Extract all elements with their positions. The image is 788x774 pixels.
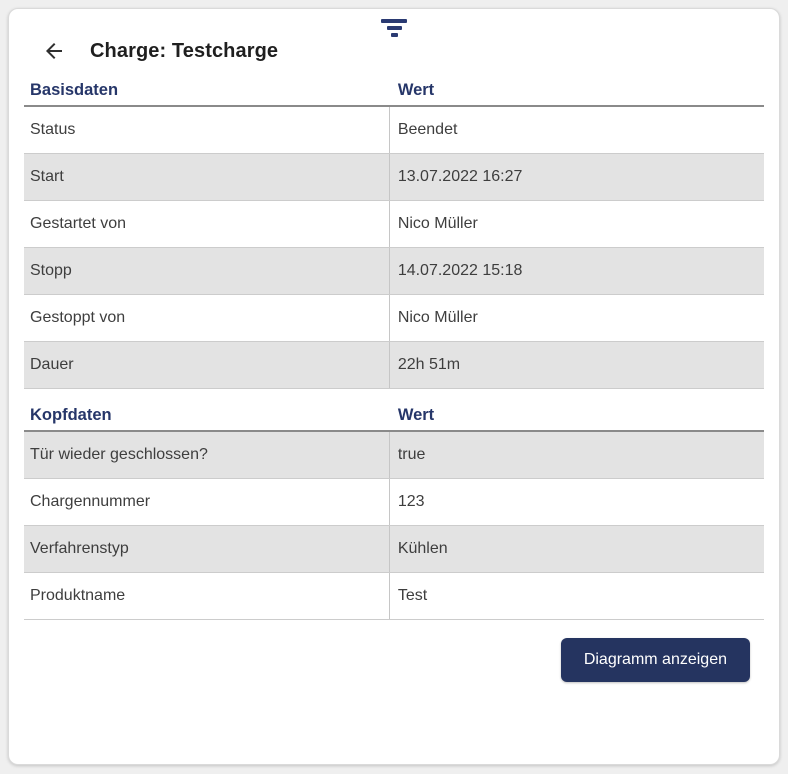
kopfdaten-header-row: Kopfdaten Wert xyxy=(24,389,764,432)
row-key: Status xyxy=(24,107,389,153)
column-header-kopfdaten: Kopfdaten xyxy=(24,406,389,425)
filter-icon-bar xyxy=(381,19,407,23)
row-value: Test xyxy=(389,573,764,619)
page-title: Charge: Testcharge xyxy=(90,40,278,63)
table-row: Verfahrenstyp Kühlen xyxy=(24,526,764,573)
actions-bar: Diagramm anzeigen xyxy=(9,638,750,682)
table-row: Dauer 22h 51m xyxy=(24,342,764,389)
table-row: Tür wieder geschlossen? true xyxy=(24,432,764,479)
kopfdaten-table: Kopfdaten Wert Tür wieder geschlossen? t… xyxy=(24,389,764,620)
row-value: Beendet xyxy=(389,107,764,153)
row-value: true xyxy=(389,432,764,478)
charge-detail-card: Charge: Testcharge Basisdaten Wert Statu… xyxy=(8,8,780,765)
row-key: Stopp xyxy=(24,248,389,294)
row-value: 14.07.2022 15:18 xyxy=(389,248,764,294)
row-value: 123 xyxy=(389,479,764,525)
back-arrow-icon xyxy=(42,39,66,63)
row-key: Gestoppt von xyxy=(24,295,389,341)
row-value: Nico Müller xyxy=(389,201,764,247)
row-key: Chargennummer xyxy=(24,479,389,525)
titlebar: Charge: Testcharge xyxy=(41,36,779,66)
row-key: Dauer xyxy=(24,342,389,388)
table-row: Start 13.07.2022 16:27 xyxy=(24,154,764,201)
row-value: Nico Müller xyxy=(389,295,764,341)
show-diagram-button[interactable]: Diagramm anzeigen xyxy=(561,638,750,682)
tables-wrap: Basisdaten Wert Status Beendet Start 13.… xyxy=(24,66,764,620)
table-row: Produktname Test xyxy=(24,573,764,620)
row-key: Tür wieder geschlossen? xyxy=(24,432,389,478)
column-header-wert: Wert xyxy=(389,81,764,100)
row-key: Gestartet von xyxy=(24,201,389,247)
back-button[interactable] xyxy=(41,38,67,64)
table-row: Gestoppt von Nico Müller xyxy=(24,295,764,342)
filter-icon-bar xyxy=(387,26,402,30)
column-header-wert: Wert xyxy=(389,406,764,425)
table-row: Gestartet von Nico Müller xyxy=(24,201,764,248)
row-key: Produktname xyxy=(24,573,389,619)
row-key: Start xyxy=(24,154,389,200)
basisdaten-table: Basisdaten Wert Status Beendet Start 13.… xyxy=(24,66,764,389)
row-value: Kühlen xyxy=(389,526,764,572)
row-value: 13.07.2022 16:27 xyxy=(389,154,764,200)
filter-icon[interactable] xyxy=(381,19,407,39)
table-row: Chargennummer 123 xyxy=(24,479,764,526)
table-row: Status Beendet xyxy=(24,107,764,154)
row-key: Verfahrenstyp xyxy=(24,526,389,572)
filter-icon-bar xyxy=(391,33,398,37)
basisdaten-header-row: Basisdaten Wert xyxy=(24,66,764,107)
table-row: Stopp 14.07.2022 15:18 xyxy=(24,248,764,295)
column-header-basisdaten: Basisdaten xyxy=(24,81,389,100)
row-value: 22h 51m xyxy=(389,342,764,388)
